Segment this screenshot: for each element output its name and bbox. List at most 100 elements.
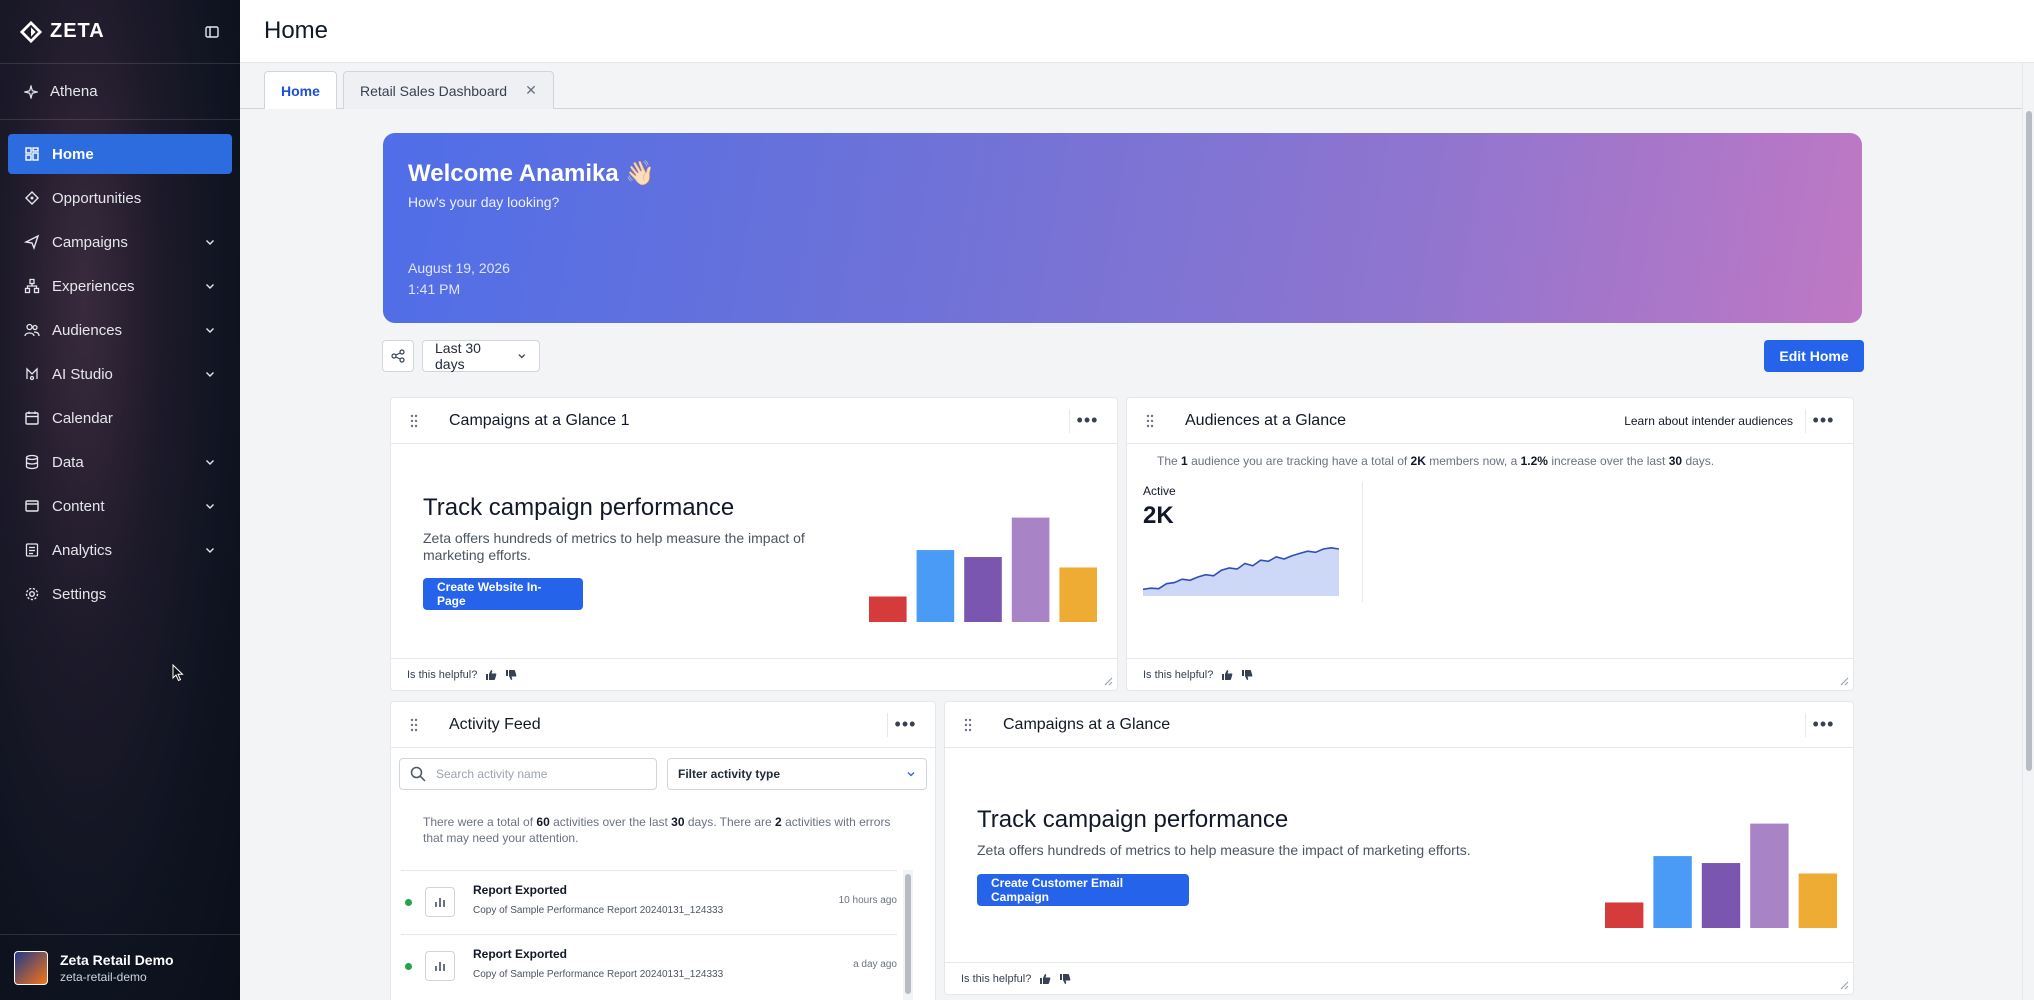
- activity-name: Report Exported: [473, 883, 568, 897]
- illustration-bar: [1011, 517, 1050, 622]
- search-input[interactable]: Search activity name: [399, 758, 657, 790]
- activity-summary: There were a total of 60 activities over…: [423, 814, 893, 846]
- chevron-down-icon[interactable]: [204, 324, 216, 336]
- sidebar-item-ai-studio[interactable]: AI Studio: [8, 354, 232, 394]
- page-scrollbar-thumb[interactable]: [2026, 111, 2032, 771]
- sidebar-item-experiences[interactable]: Experiences: [8, 266, 232, 306]
- org-switcher[interactable]: Zeta Retail Demo zeta-retail-demo: [0, 934, 240, 1000]
- chevron-down-icon[interactable]: [204, 236, 216, 248]
- sidebar-item-label: Settings: [52, 585, 107, 603]
- thumbs-up-icon[interactable]: [485, 669, 497, 681]
- sidebar-item-content[interactable]: Content: [8, 486, 232, 526]
- chevron-down-icon[interactable]: [204, 500, 216, 512]
- tab-home[interactable]: Home: [264, 71, 337, 110]
- thumbs-down-icon[interactable]: [1241, 669, 1253, 681]
- card-title: Campaigns at a Glance 1: [449, 411, 630, 429]
- feed-scrollbar[interactable]: [903, 870, 913, 1000]
- thumbs-down-icon[interactable]: [1059, 973, 1071, 985]
- bar-chart-icon: [425, 887, 455, 917]
- sidebar: ZETA Athena Home Opportunities Campaigns Ex…: [0, 0, 240, 1000]
- sidebar-item-analytics[interactable]: Analytics: [8, 530, 232, 570]
- share-button[interactable]: [382, 340, 414, 372]
- status-dot: [405, 899, 412, 906]
- search-icon: [410, 766, 426, 782]
- card-header: Activity Feed •••: [391, 702, 935, 748]
- sidebar-item-label: Calendar: [52, 409, 113, 427]
- activity-list: Report Exported Copy of Sample Performan…: [401, 870, 897, 998]
- learn-intender-audiences-link[interactable]: Learn about intender audiences: [1624, 414, 1793, 428]
- gear-icon: [24, 586, 40, 602]
- thumbs-down-icon[interactable]: [505, 669, 517, 681]
- tab-retail-sales-dashboard[interactable]: Retail Sales Dashboard ✕: [343, 71, 554, 109]
- list-item[interactable]: Report Exported Copy of Sample Performan…: [401, 934, 897, 998]
- activity-type-filter[interactable]: Filter activity type: [667, 758, 927, 790]
- app-name: ZETA: [50, 20, 105, 42]
- drag-handle-icon[interactable]: [963, 717, 973, 733]
- sidebar-item-home[interactable]: Home: [8, 134, 232, 174]
- welcome-subtitle: How's your day looking?: [408, 194, 560, 210]
- page-title: Home: [264, 17, 329, 44]
- sidebar-item-settings[interactable]: Settings: [8, 574, 232, 614]
- helpful-feedback: Is this helpful?: [1127, 658, 1853, 690]
- welcome-title: Welcome Anamika 👋🏻: [408, 160, 656, 187]
- welcome-banner: Welcome Anamika 👋🏻 How's your day lookin…: [383, 133, 1862, 323]
- collapse-sidebar-icon[interactable]: [204, 24, 220, 40]
- card-title: Campaigns at a Glance: [1003, 715, 1171, 733]
- drag-handle-icon[interactable]: [409, 717, 419, 733]
- content-icon: [24, 498, 40, 514]
- sidebar-header: ZETA: [0, 0, 240, 64]
- flow-icon: [24, 278, 40, 294]
- sidebar-item-opportunities[interactable]: Opportunities: [8, 178, 232, 218]
- date-range-select[interactable]: Last 30 days: [422, 340, 540, 372]
- thumbs-up-icon[interactable]: [1221, 669, 1233, 681]
- chevron-down-icon[interactable]: [204, 544, 216, 556]
- mouse-cursor-icon: [172, 664, 184, 682]
- zeta-logo[interactable]: ZETA: [20, 20, 105, 43]
- audience-summary: The 1 audience you are tracking have a t…: [1157, 454, 1714, 468]
- chevron-down-icon[interactable]: [204, 456, 216, 468]
- sidebar-item-label: AI Studio: [52, 365, 113, 383]
- zeta-logo-mark-icon: [20, 20, 42, 43]
- sidebar-item-athena[interactable]: Athena: [0, 64, 240, 120]
- activity-description: Copy of Sample Performance Report 202401…: [473, 969, 724, 980]
- more-options-icon[interactable]: •••: [1805, 712, 1841, 737]
- sidebar-item-data[interactable]: Data: [8, 442, 232, 482]
- campaigns-glance-1-card: Campaigns at a Glance 1 ••• Track campai…: [390, 397, 1118, 691]
- drag-handle-icon[interactable]: [1145, 413, 1155, 429]
- resize-handle-icon[interactable]: [1839, 676, 1849, 686]
- sidebar-item-label: Experiences: [52, 277, 135, 295]
- illustration-bar: [1059, 567, 1097, 622]
- create-website-inpage-button[interactable]: Create Website In-Page: [423, 578, 583, 610]
- resize-handle-icon[interactable]: [1103, 676, 1113, 686]
- summary-text: audience you are tracking have a total o…: [1191, 454, 1408, 468]
- summary-text: days.: [1685, 454, 1715, 468]
- feed-scrollbar-thumb[interactable]: [905, 874, 911, 994]
- activity-time: a day ago: [853, 959, 897, 970]
- create-customer-email-campaign-button[interactable]: Create Customer Email Campaign: [977, 874, 1189, 906]
- illustration-bar: [916, 550, 955, 622]
- date-range-value: Last 30 days: [435, 340, 481, 372]
- card-header: Campaigns at a Glance 1 •••: [391, 398, 1117, 444]
- chevron-down-icon[interactable]: [204, 280, 216, 292]
- edit-home-button[interactable]: Edit Home: [1764, 340, 1864, 372]
- sidebar-nav: Home Opportunities Campaigns Experiences Aud…: [0, 120, 240, 614]
- close-icon[interactable]: ✕: [525, 82, 537, 99]
- more-options-icon[interactable]: •••: [1069, 408, 1105, 433]
- sidebar-item-calendar[interactable]: Calendar: [8, 398, 232, 438]
- resize-handle-icon[interactable]: [1839, 980, 1849, 990]
- summary-text: increase over the last: [1551, 454, 1666, 468]
- active-value: 2K: [1143, 502, 1174, 529]
- drag-handle-icon[interactable]: [409, 413, 419, 429]
- helpful-label: Is this helpful?: [1143, 668, 1214, 681]
- thumbs-up-icon[interactable]: [1039, 973, 1051, 985]
- page-scrollbar[interactable]: [2022, 63, 2034, 1000]
- activity-time: 10 hours ago: [838, 895, 897, 906]
- list-item[interactable]: Report Exported Copy of Sample Performan…: [401, 870, 897, 934]
- more-options-icon[interactable]: •••: [887, 712, 923, 737]
- card-title: Activity Feed: [449, 715, 541, 733]
- more-options-icon[interactable]: •••: [1805, 408, 1841, 433]
- sidebar-item-campaigns[interactable]: Campaigns: [8, 222, 232, 262]
- sidebar-item-audiences[interactable]: Audiences: [8, 310, 232, 350]
- chevron-down-icon[interactable]: [204, 368, 216, 380]
- main-content: Welcome Anamika 👋🏻 How's your day lookin…: [240, 109, 2022, 1000]
